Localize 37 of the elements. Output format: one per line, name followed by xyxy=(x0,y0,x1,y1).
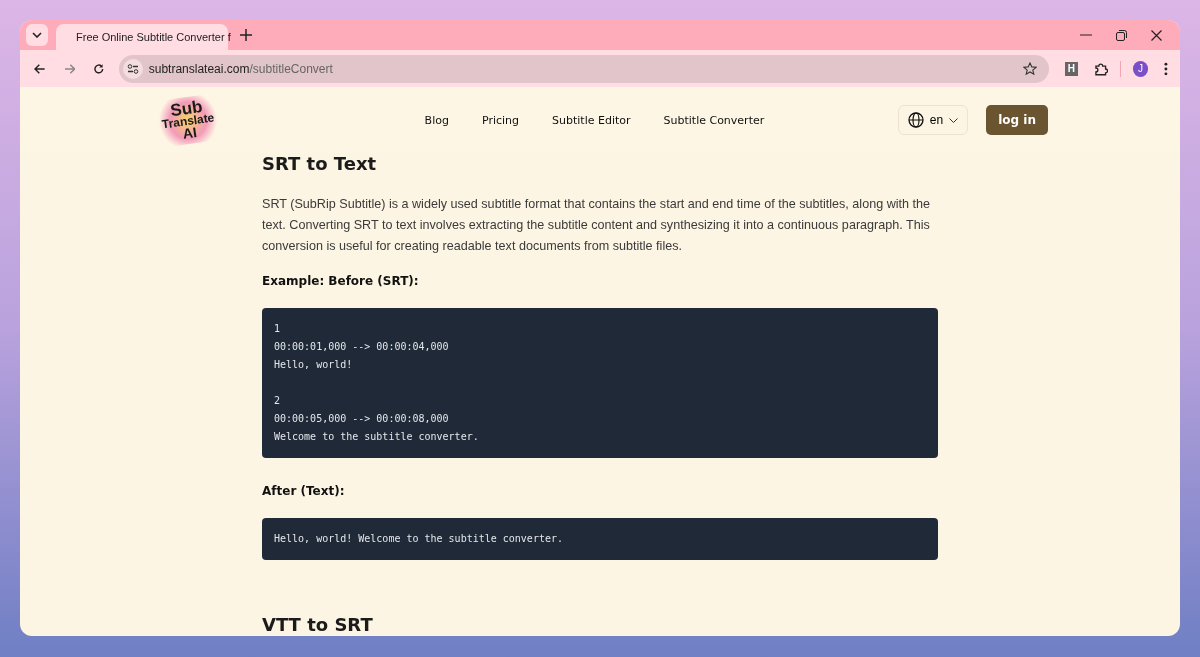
close-icon[interactable] xyxy=(1151,29,1162,41)
star-icon[interactable] xyxy=(1022,61,1037,76)
example-label: Example: Before (SRT): xyxy=(262,274,420,288)
back-icon[interactable] xyxy=(34,62,46,75)
code-line: 00:00:05,000 --> 00:00:08,000 xyxy=(274,412,450,426)
site-settings-icon[interactable] xyxy=(122,58,143,79)
section-heading: VTT to SRT xyxy=(262,614,374,635)
tab-search-button[interactable] xyxy=(26,24,48,46)
example-label: After (Text): xyxy=(262,484,346,498)
url-text: subtranslateai.com/subtitleConvert xyxy=(148,61,333,76)
code-line: Hello, world! Welcome to the subtitle converter. xyxy=(274,532,564,546)
section-heading: SRT to Text xyxy=(262,153,378,174)
login-button[interactable]: log in xyxy=(986,105,1048,135)
caret-icon xyxy=(949,117,959,123)
nav-link[interactable]: Subtitle Editor xyxy=(552,113,631,127)
language-button[interactable]: en xyxy=(897,105,969,135)
address-bar[interactable]: subtranslateai.com/subtitleConvert xyxy=(118,54,1049,83)
paragraph: SRT (SubRip Subtitle) is a widely used subtitle format that contains the start and end time of the subtitles, along with the text. Converting SRT to text involves extracting the subtitle content and synthesizing it into a continuous paragraph. This conversion is useful for creating readable text documents from subtitle files. xyxy=(262,196,932,255)
code-line: Hello, world! xyxy=(274,358,354,372)
caret-icon xyxy=(32,32,42,38)
tab-title: Free Online Subtitle Converter f xyxy=(76,31,231,43)
code-line: 00:00:01,000 --> 00:00:04,000 xyxy=(274,340,450,354)
profile-avatar[interactable]: J xyxy=(1132,60,1149,77)
extension-icon[interactable]: H xyxy=(1064,61,1079,76)
code-line: Welcome to the subtitle converter. xyxy=(274,430,480,444)
reload-icon[interactable] xyxy=(93,62,105,75)
globe-icon xyxy=(907,112,924,128)
new-tab-icon[interactable] xyxy=(240,29,252,41)
nav-link[interactable]: Pricing xyxy=(481,113,519,127)
restore-icon[interactable] xyxy=(1116,29,1127,41)
menu-icon[interactable] xyxy=(1164,61,1168,76)
forward-icon[interactable] xyxy=(63,62,76,75)
nav-link[interactable]: Subtitle Converter xyxy=(663,113,765,127)
nav-link[interactable]: Blog xyxy=(424,113,449,127)
puzzle-icon[interactable] xyxy=(1094,61,1108,76)
code-line: 1 xyxy=(274,322,282,336)
code-line: 2 xyxy=(274,394,282,408)
